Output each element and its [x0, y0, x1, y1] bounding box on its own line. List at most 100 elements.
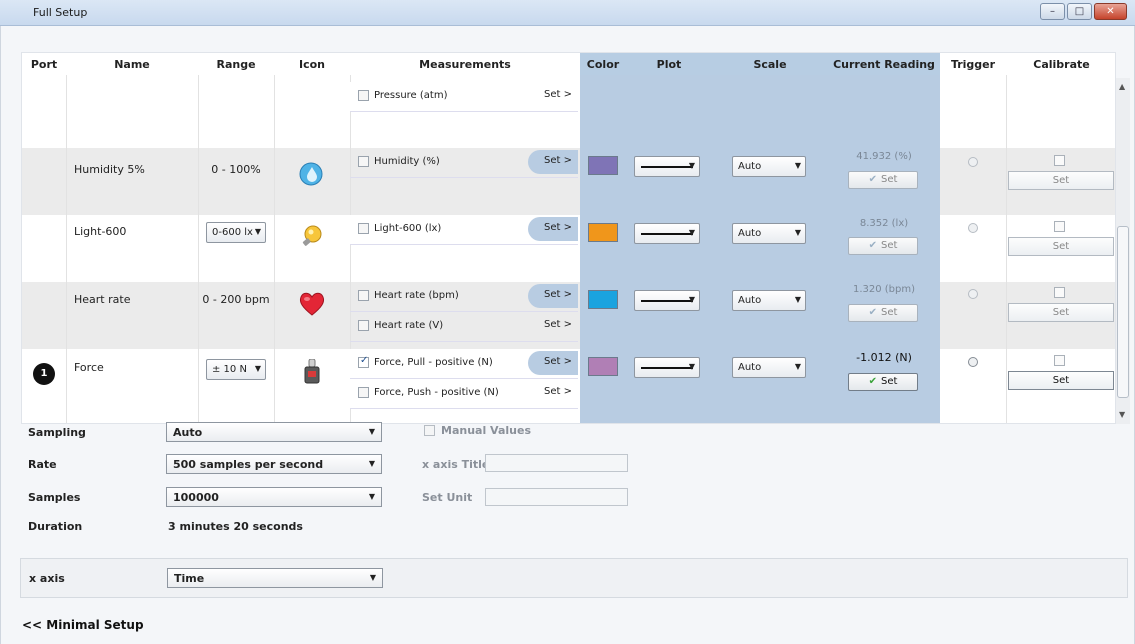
- calibrate-checkbox[interactable]: [1054, 287, 1065, 298]
- range-dropdown[interactable]: ± 10 N ▼: [206, 359, 266, 380]
- scale-value: Auto: [738, 362, 762, 373]
- maximize-button[interactable]: □: [1067, 3, 1092, 20]
- x-axis-dropdown[interactable]: Time ▼: [167, 568, 383, 588]
- heart-icon: [298, 291, 326, 320]
- color-swatch[interactable]: [588, 223, 618, 242]
- dropdown-arrow-icon: ▼: [688, 362, 695, 371]
- column-divider: [198, 75, 199, 423]
- sensor-range: 0 - 100%: [211, 163, 261, 176]
- header-name: Name: [114, 58, 150, 71]
- sampling-settings: Sampling Auto ▼ Rate 500 samples per seco…: [20, 418, 1115, 558]
- close-button[interactable]: ✕: [1094, 3, 1127, 20]
- set-label: Set: [880, 240, 898, 251]
- measurement-checkbox[interactable]: [358, 290, 369, 301]
- x-axis-title-label: x axis Title: [422, 458, 490, 471]
- dropdown-arrow-icon: ▼: [794, 228, 801, 237]
- scale-dropdown[interactable]: Auto ▼: [732, 156, 806, 177]
- manual-values-label: Manual Values: [441, 424, 531, 437]
- measurement-checkbox[interactable]: [358, 355, 369, 368]
- header-color: Color: [580, 53, 626, 75]
- range-dropdown[interactable]: 0-600 lx ▼: [206, 222, 266, 243]
- scale-value: Auto: [738, 228, 762, 239]
- measurement-checkbox[interactable]: [358, 90, 369, 101]
- measurement-set-link[interactable]: Set >: [528, 284, 578, 308]
- measurement-set-link[interactable]: Set >: [528, 381, 578, 405]
- calibrate-set-button[interactable]: Set: [1008, 171, 1114, 190]
- manual-values-checkbox[interactable]: [424, 425, 435, 436]
- trigger-radio[interactable]: [968, 357, 978, 367]
- sensor-name: Humidity 5%: [74, 163, 145, 176]
- measurement-set-link[interactable]: Set >: [528, 150, 578, 174]
- column-divider: [274, 75, 275, 423]
- calibrate-checkbox[interactable]: [1054, 355, 1065, 366]
- reading-set-button[interactable]: ✔ Set: [848, 237, 918, 255]
- window-title: Full Setup: [33, 6, 88, 19]
- trigger-radio[interactable]: [968, 223, 978, 233]
- plot-style-dropdown[interactable]: ▼: [634, 290, 700, 311]
- sampling-dropdown[interactable]: Auto ▼: [166, 422, 382, 442]
- range-value: 0-600 lx: [212, 227, 253, 238]
- rate-label: Rate: [28, 458, 57, 471]
- set-label: Set: [880, 307, 898, 318]
- measurement-heart-rate-bpm: Heart rate (bpm) Set >: [350, 282, 578, 312]
- set-label: Set: [880, 376, 898, 387]
- dropdown-arrow-icon: ▼: [368, 459, 375, 468]
- measurement-checkbox[interactable]: [358, 156, 369, 167]
- sensor-name: Force: [74, 361, 104, 374]
- check-icon: ✔: [868, 376, 877, 387]
- measurement-set-link[interactable]: Set >: [528, 217, 578, 241]
- minimize-icon: –: [1050, 6, 1055, 17]
- measurement-checkbox[interactable]: [358, 223, 369, 234]
- check-icon: ✔: [868, 307, 877, 318]
- table-header: Port Name Range Icon Measurements Color …: [22, 53, 1115, 75]
- calibrate-set-button[interactable]: Set: [1008, 371, 1114, 390]
- current-reading: 41.932 (%): [856, 151, 912, 162]
- dropdown-arrow-icon: ▼: [688, 161, 695, 170]
- scale-dropdown[interactable]: Auto ▼: [732, 223, 806, 244]
- table-scrollbar[interactable]: ▲ ▼: [1116, 78, 1130, 424]
- column-divider: [1006, 75, 1007, 423]
- scroll-up-icon[interactable]: ▲: [1119, 82, 1125, 91]
- sampling-label: Sampling: [28, 426, 86, 439]
- minimal-setup-link[interactable]: << Minimal Setup: [22, 618, 144, 632]
- measurement-set-link[interactable]: Set >: [528, 314, 578, 338]
- reading-set-button[interactable]: ✔ Set: [848, 373, 918, 391]
- calibrate-checkbox[interactable]: [1054, 221, 1065, 232]
- scroll-down-icon[interactable]: ▼: [1119, 410, 1125, 419]
- measurement-label: Force, Pull - positive (N): [374, 357, 493, 368]
- trigger-radio[interactable]: [968, 289, 978, 299]
- measurement-label: Pressure (atm): [374, 90, 448, 101]
- measurement-checkbox[interactable]: [358, 387, 369, 398]
- rate-dropdown[interactable]: 500 samples per second ▼: [166, 454, 382, 474]
- scrollbar-thumb[interactable]: [1117, 226, 1129, 398]
- scale-dropdown[interactable]: Auto ▼: [732, 290, 806, 311]
- minimize-button[interactable]: –: [1040, 3, 1065, 20]
- plot-line-sample: [641, 166, 693, 168]
- header-plot: Plot: [626, 53, 712, 75]
- calibrate-set-button[interactable]: Set: [1008, 303, 1114, 322]
- measurement-set-link[interactable]: Set >: [528, 84, 578, 108]
- reading-set-button[interactable]: ✔ Set: [848, 304, 918, 322]
- x-axis-title-input[interactable]: [485, 454, 628, 472]
- plot-style-dropdown[interactable]: ▼: [634, 357, 700, 378]
- samples-dropdown[interactable]: 100000 ▼: [166, 487, 382, 507]
- reading-set-button[interactable]: ✔ Set: [848, 171, 918, 189]
- measurement-label: Humidity (%): [374, 156, 440, 167]
- trigger-radio[interactable]: [968, 157, 978, 167]
- maximize-icon: □: [1074, 6, 1085, 17]
- x-axis-label: x axis: [29, 572, 65, 585]
- measurement-checkbox[interactable]: [358, 320, 369, 331]
- duration-value: 3 minutes 20 seconds: [168, 520, 303, 533]
- plot-style-dropdown[interactable]: ▼: [634, 223, 700, 244]
- set-unit-input[interactable]: [485, 488, 628, 506]
- calibrate-checkbox[interactable]: [1054, 155, 1065, 166]
- measurement-set-link[interactable]: Set >: [528, 351, 578, 375]
- header-trigger: Trigger: [950, 58, 996, 71]
- scale-dropdown[interactable]: Auto ▼: [732, 357, 806, 378]
- calibrate-set-button[interactable]: Set: [1008, 237, 1114, 256]
- range-value: ± 10 N: [212, 364, 247, 375]
- color-swatch[interactable]: [588, 357, 618, 376]
- color-swatch[interactable]: [588, 156, 618, 175]
- color-swatch[interactable]: [588, 290, 618, 309]
- plot-style-dropdown[interactable]: ▼: [634, 156, 700, 177]
